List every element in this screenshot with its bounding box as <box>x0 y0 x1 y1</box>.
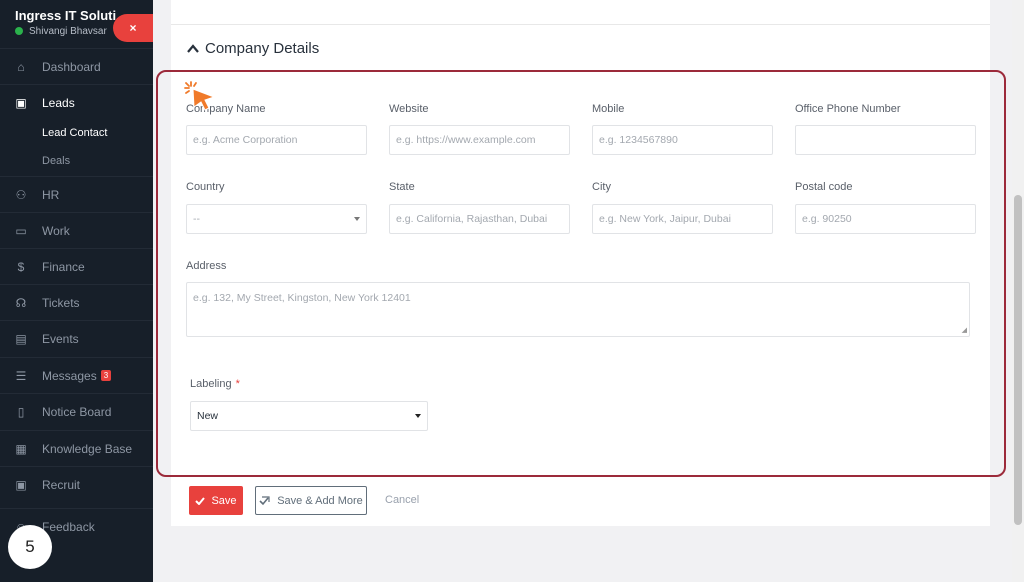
sidebar-subitem-lead-contact[interactable]: Lead Contact <box>42 127 107 139</box>
online-status-icon <box>15 27 23 35</box>
message-icon: ☰ <box>15 368 27 383</box>
step-number-marker: 5 <box>8 525 52 569</box>
company-name-input[interactable]: e.g. Acme Corporation <box>186 125 367 155</box>
website-label: Website <box>389 103 429 115</box>
website-input[interactable]: e.g. https://www.example.com <box>389 125 570 155</box>
sidebar-item-recruit[interactable]: ▣ Recruit <box>0 466 153 502</box>
sidebar-item-tickets[interactable]: ☊ Tickets <box>0 284 153 320</box>
required-mark: * <box>235 378 240 390</box>
company-name[interactable]: Ingress IT Soluti... <box>15 8 127 23</box>
save-button-label: Save <box>211 494 237 507</box>
headset-icon: ☊ <box>15 295 27 310</box>
messages-count-badge: 3 <box>100 370 112 381</box>
sidebar-item-hr[interactable]: ⚇ HR <box>0 176 153 212</box>
sidebar-item-knowledge-base[interactable]: ▦ Knowledge Base <box>0 430 153 466</box>
user-name-text: Shivangi Bhavsar <box>29 26 107 37</box>
dollar-icon: $ <box>17 259 25 274</box>
labeling-label: Labeling * <box>190 378 240 390</box>
briefcase-icon: ▭ <box>15 223 27 238</box>
sidebar-item-label: Work <box>42 223 70 238</box>
sidebar-item-finance[interactable]: $ Finance <box>0 248 153 284</box>
double-check-icon <box>259 495 271 506</box>
sidebar-item-label: HR <box>42 187 60 202</box>
close-sidebar-button[interactable]: × <box>113 14 153 42</box>
state-label: State <box>389 181 415 193</box>
office-phone-input[interactable] <box>795 125 976 155</box>
country-select-value: -- <box>193 213 200 225</box>
sidebar-item-work[interactable]: ▭ Work <box>0 212 153 248</box>
address-label: Address <box>186 260 227 272</box>
clipboard-icon: ▯ <box>17 404 25 419</box>
home-icon: ⌂ <box>17 59 25 74</box>
mobile-label: Mobile <box>592 103 625 115</box>
sidebar-item-events[interactable]: ▤ Events <box>0 320 153 356</box>
save-button[interactable]: Save <box>189 486 243 515</box>
city-input[interactable]: e.g. New York, Jaipur, Dubai <box>592 204 773 234</box>
address-placeholder: e.g. 132, My Street, Kingston, New York … <box>193 292 411 304</box>
country-select[interactable]: -- <box>186 204 367 234</box>
save-and-add-more-label: Save & Add More <box>277 494 363 507</box>
scrollbar-thumb[interactable] <box>1014 195 1022 525</box>
labeling-select[interactable]: New <box>190 401 428 431</box>
sidebar-item-label: Feedback <box>42 519 95 534</box>
sidebar-item-dashboard[interactable]: ⌂ Dashboard <box>0 48 153 84</box>
labeling-select-value: New <box>197 410 219 422</box>
labeling-label-text: Labeling <box>190 378 232 390</box>
sidebar-item-label: Recruit <box>42 477 81 492</box>
state-input[interactable]: e.g. California, Rajasthan, Dubai <box>389 204 570 234</box>
sidebar-item-label: Events <box>42 331 79 346</box>
office-phone-label: Office Phone Number <box>795 103 901 115</box>
section-title: Company Details <box>205 40 320 57</box>
users-icon: ⚇ <box>15 187 27 202</box>
user-name: Shivangi Bhavsar <box>15 26 107 37</box>
postal-code-input[interactable]: e.g. 90250 <box>795 204 976 234</box>
sidebar-item-messages[interactable]: ☰ Messages 3 <box>0 357 153 393</box>
lead-form-card: Company Details Company Name e.g. Acme C… <box>156 0 1006 526</box>
chevron-up-icon <box>187 40 199 57</box>
save-and-add-more-button[interactable]: Save & Add More <box>255 486 367 515</box>
divider <box>171 24 990 25</box>
address-textarea[interactable]: e.g. 132, My Street, Kingston, New York … <box>186 282 970 337</box>
calendar-icon: ▤ <box>15 331 27 346</box>
postal-code-label: Postal code <box>795 181 853 193</box>
sidebar-item-notice-board[interactable]: ▯ Notice Board <box>0 393 153 429</box>
resize-handle-icon[interactable]: ◢ <box>962 326 967 334</box>
mobile-input[interactable]: e.g. 1234567890 <box>592 125 773 155</box>
sidebar-item-label: Leads <box>42 95 75 110</box>
sidebar-item-label: Knowledge Base <box>42 441 133 456</box>
sidebar-item-label: Dashboard <box>42 59 101 74</box>
sidebar-item-label: Notice Board <box>42 404 112 419</box>
check-icon <box>195 496 206 505</box>
cancel-link[interactable]: Cancel <box>385 494 419 506</box>
sidebar-item-label: Tickets <box>42 295 80 310</box>
sidebar-item-label: Messages <box>42 368 97 383</box>
sidebar-item-leads[interactable]: ▣ Leads <box>0 84 153 120</box>
country-label: Country <box>186 181 225 193</box>
leads-icon: ▣ <box>15 95 27 110</box>
sidebar-item-label: Finance <box>42 259 85 274</box>
document-icon: ▦ <box>15 441 27 456</box>
city-label: City <box>592 181 611 193</box>
caret-down-icon <box>415 414 421 418</box>
section-header-company-details[interactable]: Company Details <box>187 40 319 57</box>
caret-down-icon <box>354 217 360 221</box>
badge-icon: ▣ <box>15 477 27 492</box>
click-cursor-icon <box>183 80 219 117</box>
sidebar: Ingress IT Soluti... Shivangi Bhavsar × … <box>0 0 153 582</box>
sidebar-subitem-deals[interactable]: Deals <box>42 155 70 167</box>
